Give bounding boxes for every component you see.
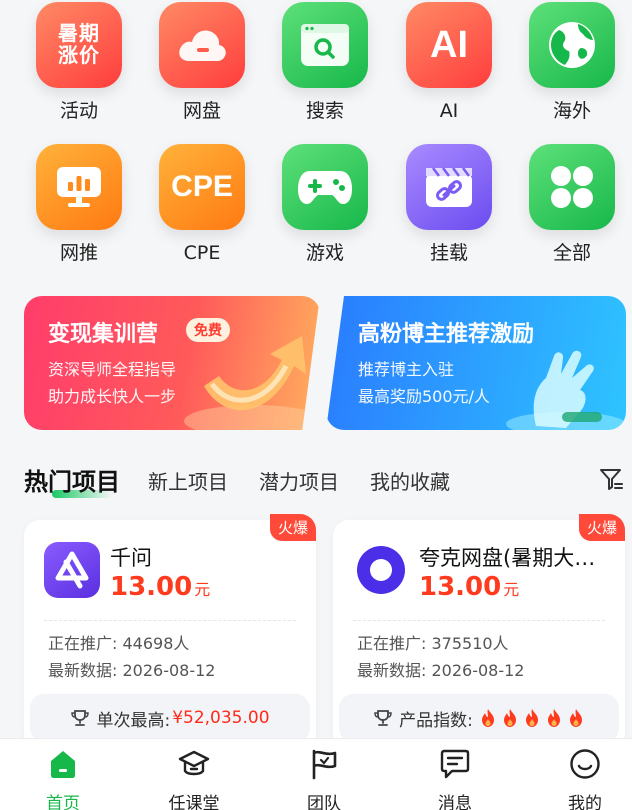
foot-label: 单次最高: bbox=[96, 710, 171, 731]
project-card[interactable]: 火爆 夸克网盘(暑期大… 13.00 元 正在推广: 375510人 最新数据: … bbox=[333, 514, 625, 750]
trophy-icon bbox=[71, 710, 90, 726]
hot-badge: 火爆 bbox=[269, 514, 316, 541]
category-label: 海外 bbox=[552, 100, 591, 122]
category-label: CPE bbox=[183, 242, 221, 264]
graduation-cap-icon bbox=[178, 750, 210, 776]
tab-hot-projects[interactable]: 热门项目 bbox=[24, 462, 120, 497]
tab-my-favorites[interactable]: 我的收藏 bbox=[370, 466, 450, 495]
project-name: 夸克网盘(暑期大… bbox=[419, 546, 596, 570]
nav-label: 消息 bbox=[438, 794, 472, 810]
bottom-nav: 首页 任课堂 团队 消息 我的 bbox=[0, 738, 632, 810]
foot-label: 产品指数: bbox=[399, 710, 473, 731]
nav-label: 首页 bbox=[46, 794, 80, 810]
category-game[interactable]: 游戏 bbox=[270, 144, 380, 264]
message-icon bbox=[440, 749, 470, 779]
project-tabs: 热门项目 新上项目 潜力项目 我的收藏 bbox=[24, 462, 624, 502]
category-label: 搜索 bbox=[305, 100, 344, 122]
banner-subtitle: 推荐博主入驻 bbox=[358, 360, 455, 379]
category-netdisk[interactable]: 网盘 bbox=[147, 2, 257, 122]
link-clapper-icon bbox=[406, 144, 492, 230]
smile-face-icon bbox=[570, 749, 600, 779]
training-camp-banner[interactable]: 变现集训营 免费 资深导师全程指导 助力成长快人一步 bbox=[24, 296, 320, 430]
latest-data-date: 最新数据: 2026-08-12 bbox=[48, 661, 216, 680]
product-index-rating bbox=[479, 708, 585, 728]
category-search[interactable]: 搜索 bbox=[270, 2, 380, 122]
trophy-icon bbox=[374, 710, 392, 726]
category-cpe[interactable]: CPE CPE bbox=[147, 144, 257, 264]
category-label: 游戏 bbox=[305, 242, 344, 264]
banner-subtitle: 助力成长快人一步 bbox=[48, 387, 177, 406]
tab-potential-projects[interactable]: 潜力项目 bbox=[259, 466, 339, 495]
nav-label: 任课堂 bbox=[168, 794, 220, 810]
blogger-reward-banner[interactable]: 高粉博主推荐激励 推荐博主入驻 最高奖励500元/人 bbox=[326, 296, 626, 430]
category-row: 网推 CPE CPE 游戏 挂载 全部 bbox=[0, 144, 632, 274]
category-label: 全部 bbox=[552, 242, 591, 264]
quark-logo-icon bbox=[353, 542, 409, 598]
category-label: 活动 bbox=[59, 100, 98, 122]
category-row: 暑期 涨价 活动 网盘 搜索 AI AI 海外 bbox=[0, 2, 632, 132]
promoting-count: 正在推广: 375510人 bbox=[357, 634, 509, 653]
category-label: AI bbox=[439, 100, 459, 122]
cpe-icon: CPE bbox=[159, 144, 245, 230]
flame-icon bbox=[481, 709, 494, 727]
project-price: 13.00 元 bbox=[110, 572, 211, 602]
category-all[interactable]: 全部 bbox=[517, 144, 627, 264]
category-label: 网推 bbox=[59, 242, 98, 264]
project-price: 13.00 元 bbox=[419, 572, 520, 602]
project-name: 千问 bbox=[110, 546, 152, 570]
hot-badge: 火爆 bbox=[578, 514, 625, 541]
category-ai[interactable]: AI AI bbox=[394, 2, 504, 122]
flame-icon bbox=[569, 709, 582, 727]
flag-icon bbox=[312, 749, 337, 780]
banner-subtitle: 资深导师全程指导 bbox=[48, 360, 177, 379]
card-divider bbox=[44, 620, 296, 621]
nav-messages[interactable]: 消息 bbox=[410, 747, 500, 810]
ai-icon: AI bbox=[406, 2, 492, 88]
max-single-payout: ¥52,035.00 bbox=[172, 708, 270, 728]
globe-icon bbox=[529, 2, 615, 88]
monitor-chart-icon bbox=[36, 144, 122, 230]
project-card[interactable]: 火爆 千问 13.00 元 正在推广: 44698人 最新数据: 2026-08-… bbox=[24, 514, 316, 750]
category-label: 网盘 bbox=[182, 100, 221, 122]
nav-home[interactable]: 首页 bbox=[18, 747, 108, 810]
nav-profile[interactable]: 我的 bbox=[540, 747, 630, 810]
category-mount[interactable]: 挂载 bbox=[394, 144, 504, 264]
category-overseas[interactable]: 海外 bbox=[517, 2, 627, 122]
gamepad-icon bbox=[282, 144, 368, 230]
grid-four-icon bbox=[529, 144, 615, 230]
flame-icon bbox=[547, 709, 560, 727]
free-badge: 免费 bbox=[186, 318, 230, 342]
category-label: 挂载 bbox=[429, 242, 468, 264]
qianwen-logo-icon bbox=[44, 542, 100, 598]
banner-title: 高粉博主推荐激励 bbox=[358, 322, 535, 347]
flame-icon bbox=[525, 709, 538, 727]
nav-team[interactable]: 团队 bbox=[279, 747, 369, 810]
card-footer: 产品指数: bbox=[339, 694, 619, 742]
banner-title: 变现集训营 bbox=[48, 322, 159, 347]
cloud-icon bbox=[159, 2, 245, 88]
nav-classroom[interactable]: 任课堂 bbox=[149, 747, 239, 810]
filter-icon[interactable] bbox=[598, 466, 624, 492]
banner-subtitle: 最高奖励500元/人 bbox=[358, 387, 490, 406]
card-divider bbox=[353, 620, 605, 621]
promoting-count: 正在推广: 44698人 bbox=[48, 634, 190, 653]
latest-data-date: 最新数据: 2026-08-12 bbox=[357, 661, 525, 680]
flame-icon bbox=[503, 709, 516, 727]
search-window-icon bbox=[282, 2, 368, 88]
category-activity[interactable]: 暑期 涨价 活动 bbox=[24, 2, 134, 122]
tab-new-projects[interactable]: 新上项目 bbox=[148, 466, 228, 495]
nav-label: 团队 bbox=[307, 794, 341, 810]
nav-label: 我的 bbox=[568, 794, 602, 810]
summer-price-icon: 暑期 涨价 bbox=[36, 2, 122, 88]
category-webpush[interactable]: 网推 bbox=[24, 144, 134, 264]
card-footer: 单次最高: ¥52,035.00 bbox=[30, 694, 310, 742]
hand-reward-illustration bbox=[506, 350, 626, 430]
home-icon bbox=[51, 751, 75, 778]
